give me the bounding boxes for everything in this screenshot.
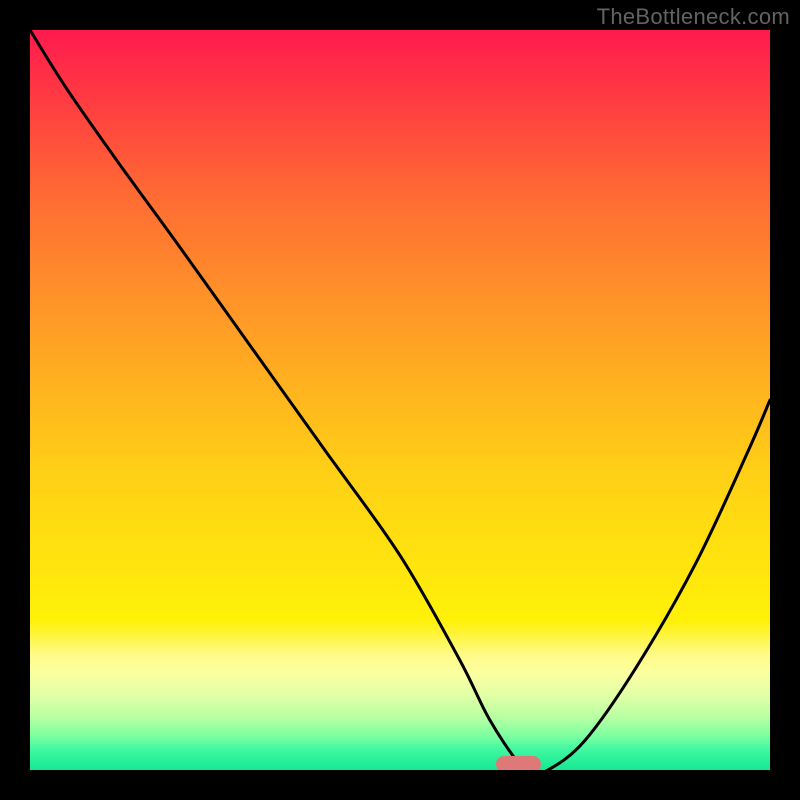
chart-frame: TheBottleneck.com bbox=[0, 0, 800, 800]
bottleneck-curve bbox=[30, 30, 770, 770]
optimal-marker bbox=[496, 756, 540, 770]
plot-area bbox=[30, 30, 770, 770]
watermark-label: TheBottleneck.com bbox=[597, 4, 790, 30]
